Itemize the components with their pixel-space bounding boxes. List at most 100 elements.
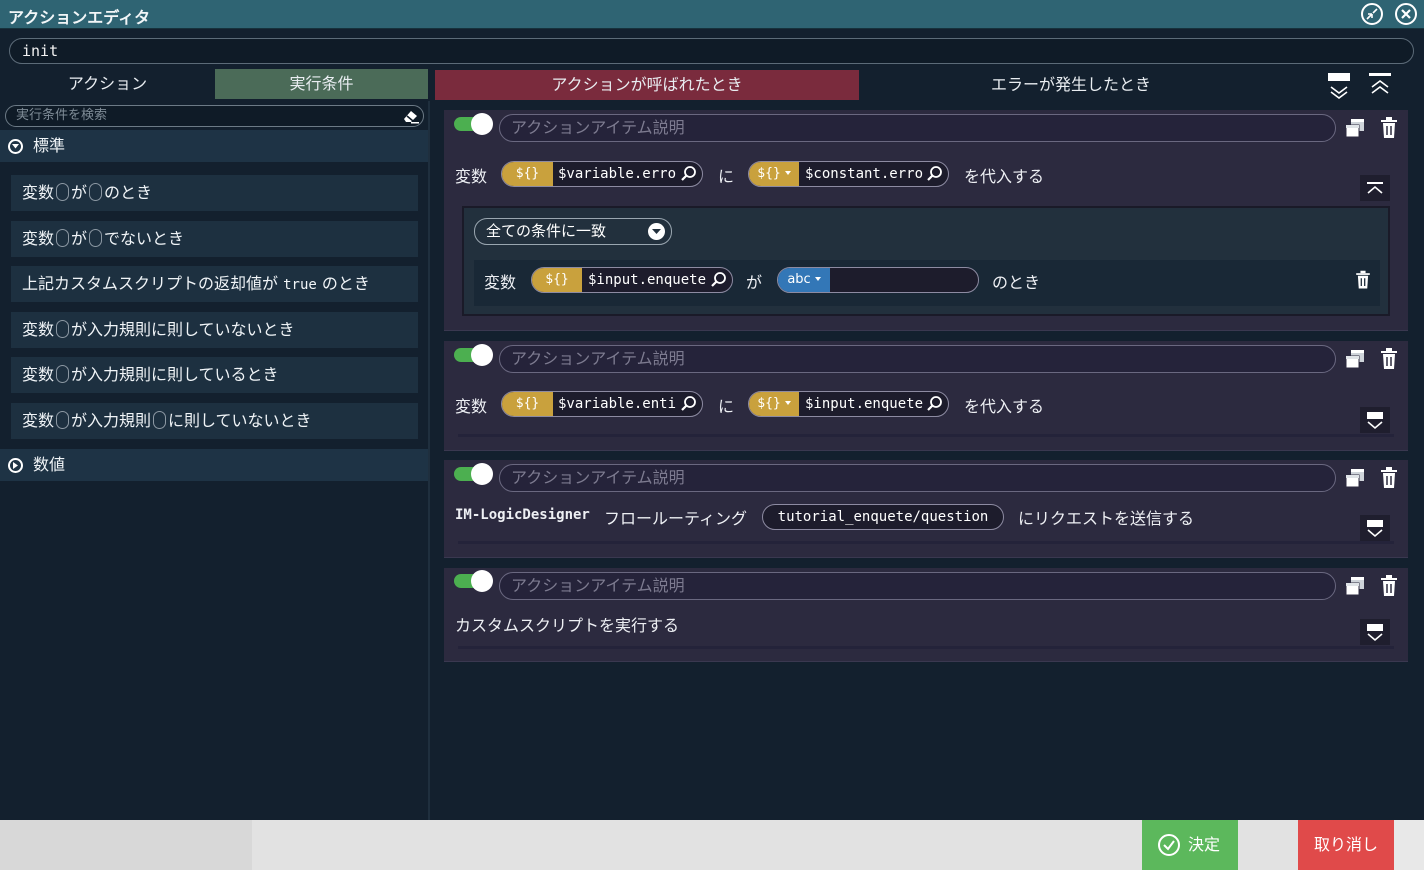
value-picker[interactable]: ${} $input.enquete — [748, 391, 949, 417]
var-label: 変数 — [455, 167, 488, 186]
item-text: が入力規則に則しているとき — [71, 365, 279, 384]
chevron-right-icon — [8, 458, 23, 473]
route-path-selector[interactable]: tutorial_enquete/question — [762, 504, 1004, 530]
slot — [56, 365, 70, 383]
action-description-input[interactable]: アクションアイテム説明 — [499, 114, 1336, 142]
collapse-icon[interactable] — [1360, 175, 1390, 201]
send-request-label: にリクエストを送信する — [1018, 509, 1195, 528]
compare-value-input[interactable]: abc — [777, 267, 979, 293]
variable-picker[interactable]: ${} $variable.erro — [501, 161, 703, 187]
value-picker[interactable]: ${} $constant.erro — [748, 161, 949, 187]
action-description-input[interactable]: アクションアイテム説明 — [499, 464, 1336, 492]
enable-toggle[interactable] — [454, 570, 494, 592]
variable-value: $input.enquete — [588, 272, 707, 288]
condition-item[interactable]: 変数が入力規則に則していないとき — [11, 403, 418, 439]
copy-icon[interactable] — [1344, 348, 1366, 370]
expand-icon[interactable] — [1360, 515, 1390, 541]
match-mode-select[interactable]: 全ての条件に一致 — [474, 218, 672, 245]
window-title: アクションエディタ — [8, 8, 151, 27]
confirm-button[interactable]: 決定 — [1142, 820, 1238, 870]
item-text: 上記カスタムスクリプトの返却値が — [22, 274, 279, 293]
action-card: アクションアイテム説明 カスタムスクリプトを実行する — [444, 568, 1408, 662]
search-icon[interactable] — [680, 395, 698, 413]
group-standard[interactable]: 標準 — [0, 130, 428, 162]
collapse-all-icon[interactable] — [1369, 73, 1391, 99]
routing-label: フロールーティング — [604, 509, 748, 528]
condition-item[interactable]: 変数がでないとき — [11, 221, 418, 257]
action-description-input[interactable]: アクションアイテム説明 — [499, 345, 1336, 373]
expr-badge[interactable]: ${} — [502, 392, 553, 416]
copy-icon[interactable] — [1344, 575, 1366, 597]
condition-item[interactable]: 上記カスタムスクリプトの返却値が true のとき — [11, 266, 418, 302]
copy-icon[interactable] — [1344, 117, 1366, 139]
assign-label: を代入する — [964, 397, 1045, 416]
group-standard-label: 標準 — [33, 136, 66, 155]
copy-icon[interactable] — [1344, 467, 1366, 489]
action-description-input[interactable]: アクションアイテム説明 — [499, 572, 1336, 600]
confirm-label: 決定 — [1188, 835, 1221, 854]
tab-conditions[interactable]: 実行条件 — [215, 69, 428, 99]
trash-icon[interactable] — [1355, 270, 1370, 290]
tab-action[interactable]: アクション — [0, 69, 215, 99]
action-card: アクションアイテム説明 変数 ${} $variable.enti に ${} … — [444, 341, 1408, 451]
expr-type-dropdown[interactable]: ${} — [749, 392, 799, 416]
value-text: $input.enquete — [805, 396, 924, 412]
search-icon[interactable] — [926, 165, 944, 183]
search-icon[interactable] — [710, 271, 728, 289]
variable-picker[interactable]: ${} $variable.enti — [501, 391, 703, 417]
footer-bar: 決定 取り消し — [0, 820, 1424, 870]
item-text: に則していないとき — [168, 411, 312, 430]
variable-value: $variable.erro — [558, 166, 677, 182]
condition-search-input[interactable]: 実行条件を検索 — [5, 105, 424, 127]
group-numeric[interactable]: 数値 — [0, 449, 428, 481]
expand-all-icon[interactable] — [1328, 73, 1350, 99]
condition-item[interactable]: 変数 が入力規則に則しているとき — [11, 357, 418, 393]
type-dropdown[interactable]: abc — [778, 268, 830, 292]
condition-palette: 実行条件を検索 標準 変数がのとき 変数がでないとき 上記カスタムスクリプトの返… — [0, 101, 430, 820]
trash-icon[interactable] — [1380, 467, 1398, 489]
value-text: $constant.erro — [805, 166, 924, 182]
trash-icon[interactable] — [1380, 348, 1398, 370]
minimize-icon[interactable] — [1361, 3, 1383, 25]
variable-picker[interactable]: ${} $input.enquete — [531, 267, 733, 293]
condition-item[interactable]: 変数がのとき — [11, 175, 418, 211]
item-code: true — [283, 277, 317, 293]
cancel-button[interactable]: 取り消し — [1298, 820, 1394, 870]
expand-icon[interactable] — [1360, 407, 1390, 433]
enable-toggle[interactable] — [454, 463, 494, 485]
condition-row: 変数 ${} $input.enquete が abc のとき — [474, 260, 1380, 306]
match-mode-value: 全ての条件に一致 — [486, 222, 607, 240]
expr-type-dropdown[interactable]: ${} — [749, 162, 799, 186]
item-text: 変数 — [22, 365, 55, 384]
expr-badge[interactable]: ${} — [532, 268, 582, 292]
search-icon[interactable] — [680, 165, 698, 183]
ni-label: に — [718, 397, 735, 416]
ga-label: が — [746, 273, 763, 292]
enable-toggle[interactable] — [454, 344, 494, 366]
badge-text: ${} — [757, 166, 781, 181]
condition-block: 全ての条件に一致 変数 ${} $input.enquete が abc のとき — [462, 206, 1390, 316]
var-label: 変数 — [455, 397, 488, 416]
tab-on-called[interactable]: アクションが呼ばれたとき — [435, 70, 859, 100]
slot — [89, 229, 103, 247]
search-icon[interactable] — [926, 395, 944, 413]
item-text: のとき — [104, 183, 153, 202]
enable-toggle[interactable] — [454, 113, 494, 135]
item-text: が — [71, 229, 88, 248]
item-text: が — [71, 183, 88, 202]
condition-item[interactable]: 変数が入力規則に則していないとき — [11, 312, 418, 348]
slot — [56, 183, 70, 201]
product-label: IM-LogicDesigner — [455, 507, 590, 523]
trash-icon[interactable] — [1380, 575, 1398, 597]
trash-icon[interactable] — [1380, 117, 1398, 139]
expr-badge[interactable]: ${} — [502, 162, 553, 186]
eraser-icon[interactable] — [402, 108, 420, 124]
item-text: 変数 — [22, 320, 55, 339]
group-numeric-label: 数値 — [33, 455, 66, 474]
type-text: abc — [787, 272, 811, 287]
close-icon[interactable] — [1395, 3, 1417, 25]
tab-on-error[interactable]: エラーが発生したとき — [859, 70, 1283, 100]
expand-icon[interactable] — [1360, 619, 1390, 645]
action-name-input[interactable]: init — [9, 38, 1414, 64]
slot — [56, 320, 70, 338]
